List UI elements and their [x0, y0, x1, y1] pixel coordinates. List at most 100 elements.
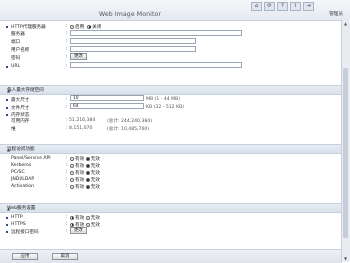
username-label: 用户名称 — [11, 48, 30, 53]
enable-radio[interactable] — [70, 177, 74, 182]
info-icon[interactable]: i — [290, 2, 301, 11]
scroll-down-icon[interactable]: ▼ — [343, 256, 348, 261]
section-size-header: 每人最大存储空间 ▲ — [0, 85, 342, 95]
app-title: Web Image Monitor — [99, 11, 162, 18]
disable-label: 无效 — [90, 185, 100, 190]
api-label: Panel/Service API — [11, 156, 51, 161]
section-api-header: 远程访问功能 ▲ — [0, 144, 342, 154]
password-change-button[interactable]: 更改 — [70, 53, 87, 60]
main-content: HTTP代理服务器 : 启用 关闭 服务器 : 端口 : 用户名称 : 密码 :… — [0, 20, 342, 262]
disable-radio[interactable] — [85, 177, 90, 182]
bullet-icon — [6, 106, 8, 109]
port-input[interactable] — [70, 38, 196, 44]
https-label: HTTPS — [11, 222, 26, 227]
enable-label: 有效 — [75, 178, 85, 183]
max-size-label: 最大尺寸 — [11, 97, 30, 103]
kerberos-label: Kerberos — [11, 163, 32, 168]
enable-radio[interactable] — [70, 215, 74, 220]
jndi-radio-group: 有效 无效 — [70, 177, 100, 183]
enable-radio[interactable] — [70, 184, 74, 189]
scroll-thumb[interactable] — [343, 68, 348, 238]
colon: : — [66, 105, 68, 110]
help-icon[interactable]: ? — [277, 2, 288, 11]
url-input[interactable] — [70, 62, 242, 68]
enable-radio[interactable] — [70, 222, 74, 227]
vertical-scrollbar[interactable]: ▲ ▼ — [341, 20, 350, 262]
remote-password-row: 远程接口密码 — [6, 228, 39, 235]
proxy-off-radio[interactable] — [87, 24, 92, 29]
max-size-row: 最大尺寸 — [6, 96, 29, 103]
cancel-button[interactable]: 取消 — [52, 253, 78, 260]
disable-radio[interactable] — [85, 222, 90, 227]
collapse-icon[interactable]: ▲ — [7, 147, 336, 152]
url-label: URL — [11, 64, 21, 69]
disable-label: 无效 — [90, 164, 100, 169]
disable-radio[interactable] — [85, 184, 90, 189]
enable-label: 有效 — [75, 157, 85, 162]
file-size-label: 文件尺寸 — [11, 105, 30, 111]
disable-label: 无效 — [90, 178, 100, 183]
bullet-icon — [6, 25, 8, 28]
activation-label: Activation — [11, 184, 34, 189]
colon: : — [66, 184, 68, 189]
colon: : — [66, 31, 68, 36]
http-label: HTTP — [11, 215, 23, 220]
port-label: 端口 — [11, 40, 21, 45]
bullet-icon — [6, 230, 8, 233]
server-label: 服务器 — [11, 32, 25, 37]
enable-label: 有效 — [75, 164, 85, 169]
refresh-icon[interactable]: ⟳ — [264, 2, 275, 11]
heap-total: (总计: 10,485,760) — [107, 127, 150, 132]
disable-radio[interactable] — [85, 170, 90, 175]
header-icons: ⌂ ⟳ ? i ⇥ — [251, 2, 314, 11]
server-input[interactable] — [70, 30, 242, 36]
bullet-icon — [6, 216, 8, 219]
disable-radio[interactable] — [85, 215, 90, 220]
http-row: HTTP — [6, 214, 23, 221]
password-label: 密码 — [11, 56, 21, 61]
enable-label: 有效 — [75, 171, 85, 176]
proxy-on-radio[interactable] — [70, 24, 74, 29]
url-row: URL — [6, 63, 20, 70]
username-input[interactable] — [70, 46, 196, 52]
colon: : — [66, 215, 68, 220]
disable-radio[interactable] — [85, 163, 90, 168]
footer-bar: 应用 取消 — [0, 249, 342, 263]
http-radio-group: 有效 无效 — [70, 215, 100, 221]
memory-row: 内存状态 — [6, 111, 29, 118]
heap-label: 堆 — [11, 127, 16, 132]
bullet-icon — [6, 223, 8, 226]
admin-label: 管理员 — [329, 12, 343, 17]
colon: : — [66, 156, 68, 161]
max-size-input[interactable]: 10 — [70, 95, 144, 101]
colon: : — [66, 24, 68, 29]
collapse-icon[interactable]: ▲ — [7, 88, 336, 93]
logout-icon[interactable]: ⇥ — [303, 2, 314, 11]
header-bar: Web Image Monitor ⌂ ⟳ ? i ⇥ 管理员 — [0, 0, 350, 21]
disable-label: 无效 — [90, 223, 100, 228]
file-size-input[interactable]: 64 — [70, 103, 144, 109]
apply-button[interactable]: 应用 — [12, 253, 38, 260]
disable-label: 无效 — [90, 157, 100, 162]
bullet-icon — [6, 65, 8, 68]
activation-radio-group: 有效 无效 — [70, 184, 100, 190]
home-icon[interactable]: ⌂ — [251, 2, 262, 11]
colon: : — [66, 163, 68, 168]
remote-password-change-button[interactable]: 更改 — [70, 227, 87, 234]
file-size-unit: KB (32 - 512 KB) — [146, 105, 185, 110]
disable-radio[interactable] — [85, 156, 90, 161]
proxy-label: HTTP代理服务器 — [11, 24, 46, 30]
api-radio-group: 有效 无效 — [70, 156, 100, 162]
jndi-label: JNDI/LDAP — [11, 177, 35, 182]
scroll-up-icon[interactable]: ▲ — [343, 21, 348, 26]
enable-radio[interactable] — [70, 170, 74, 175]
kerberos-radio-group: 有效 无效 — [70, 163, 100, 169]
enable-radio[interactable] — [70, 156, 74, 161]
disable-label: 无效 — [90, 171, 100, 176]
enable-label: 有效 — [75, 185, 85, 190]
https-row: HTTPS — [6, 221, 26, 228]
colon: : — [66, 39, 68, 44]
enable-radio[interactable] — [70, 163, 74, 168]
collapse-icon[interactable]: ▲ — [7, 206, 336, 211]
file-size-row: 文件尺寸 — [6, 104, 29, 111]
